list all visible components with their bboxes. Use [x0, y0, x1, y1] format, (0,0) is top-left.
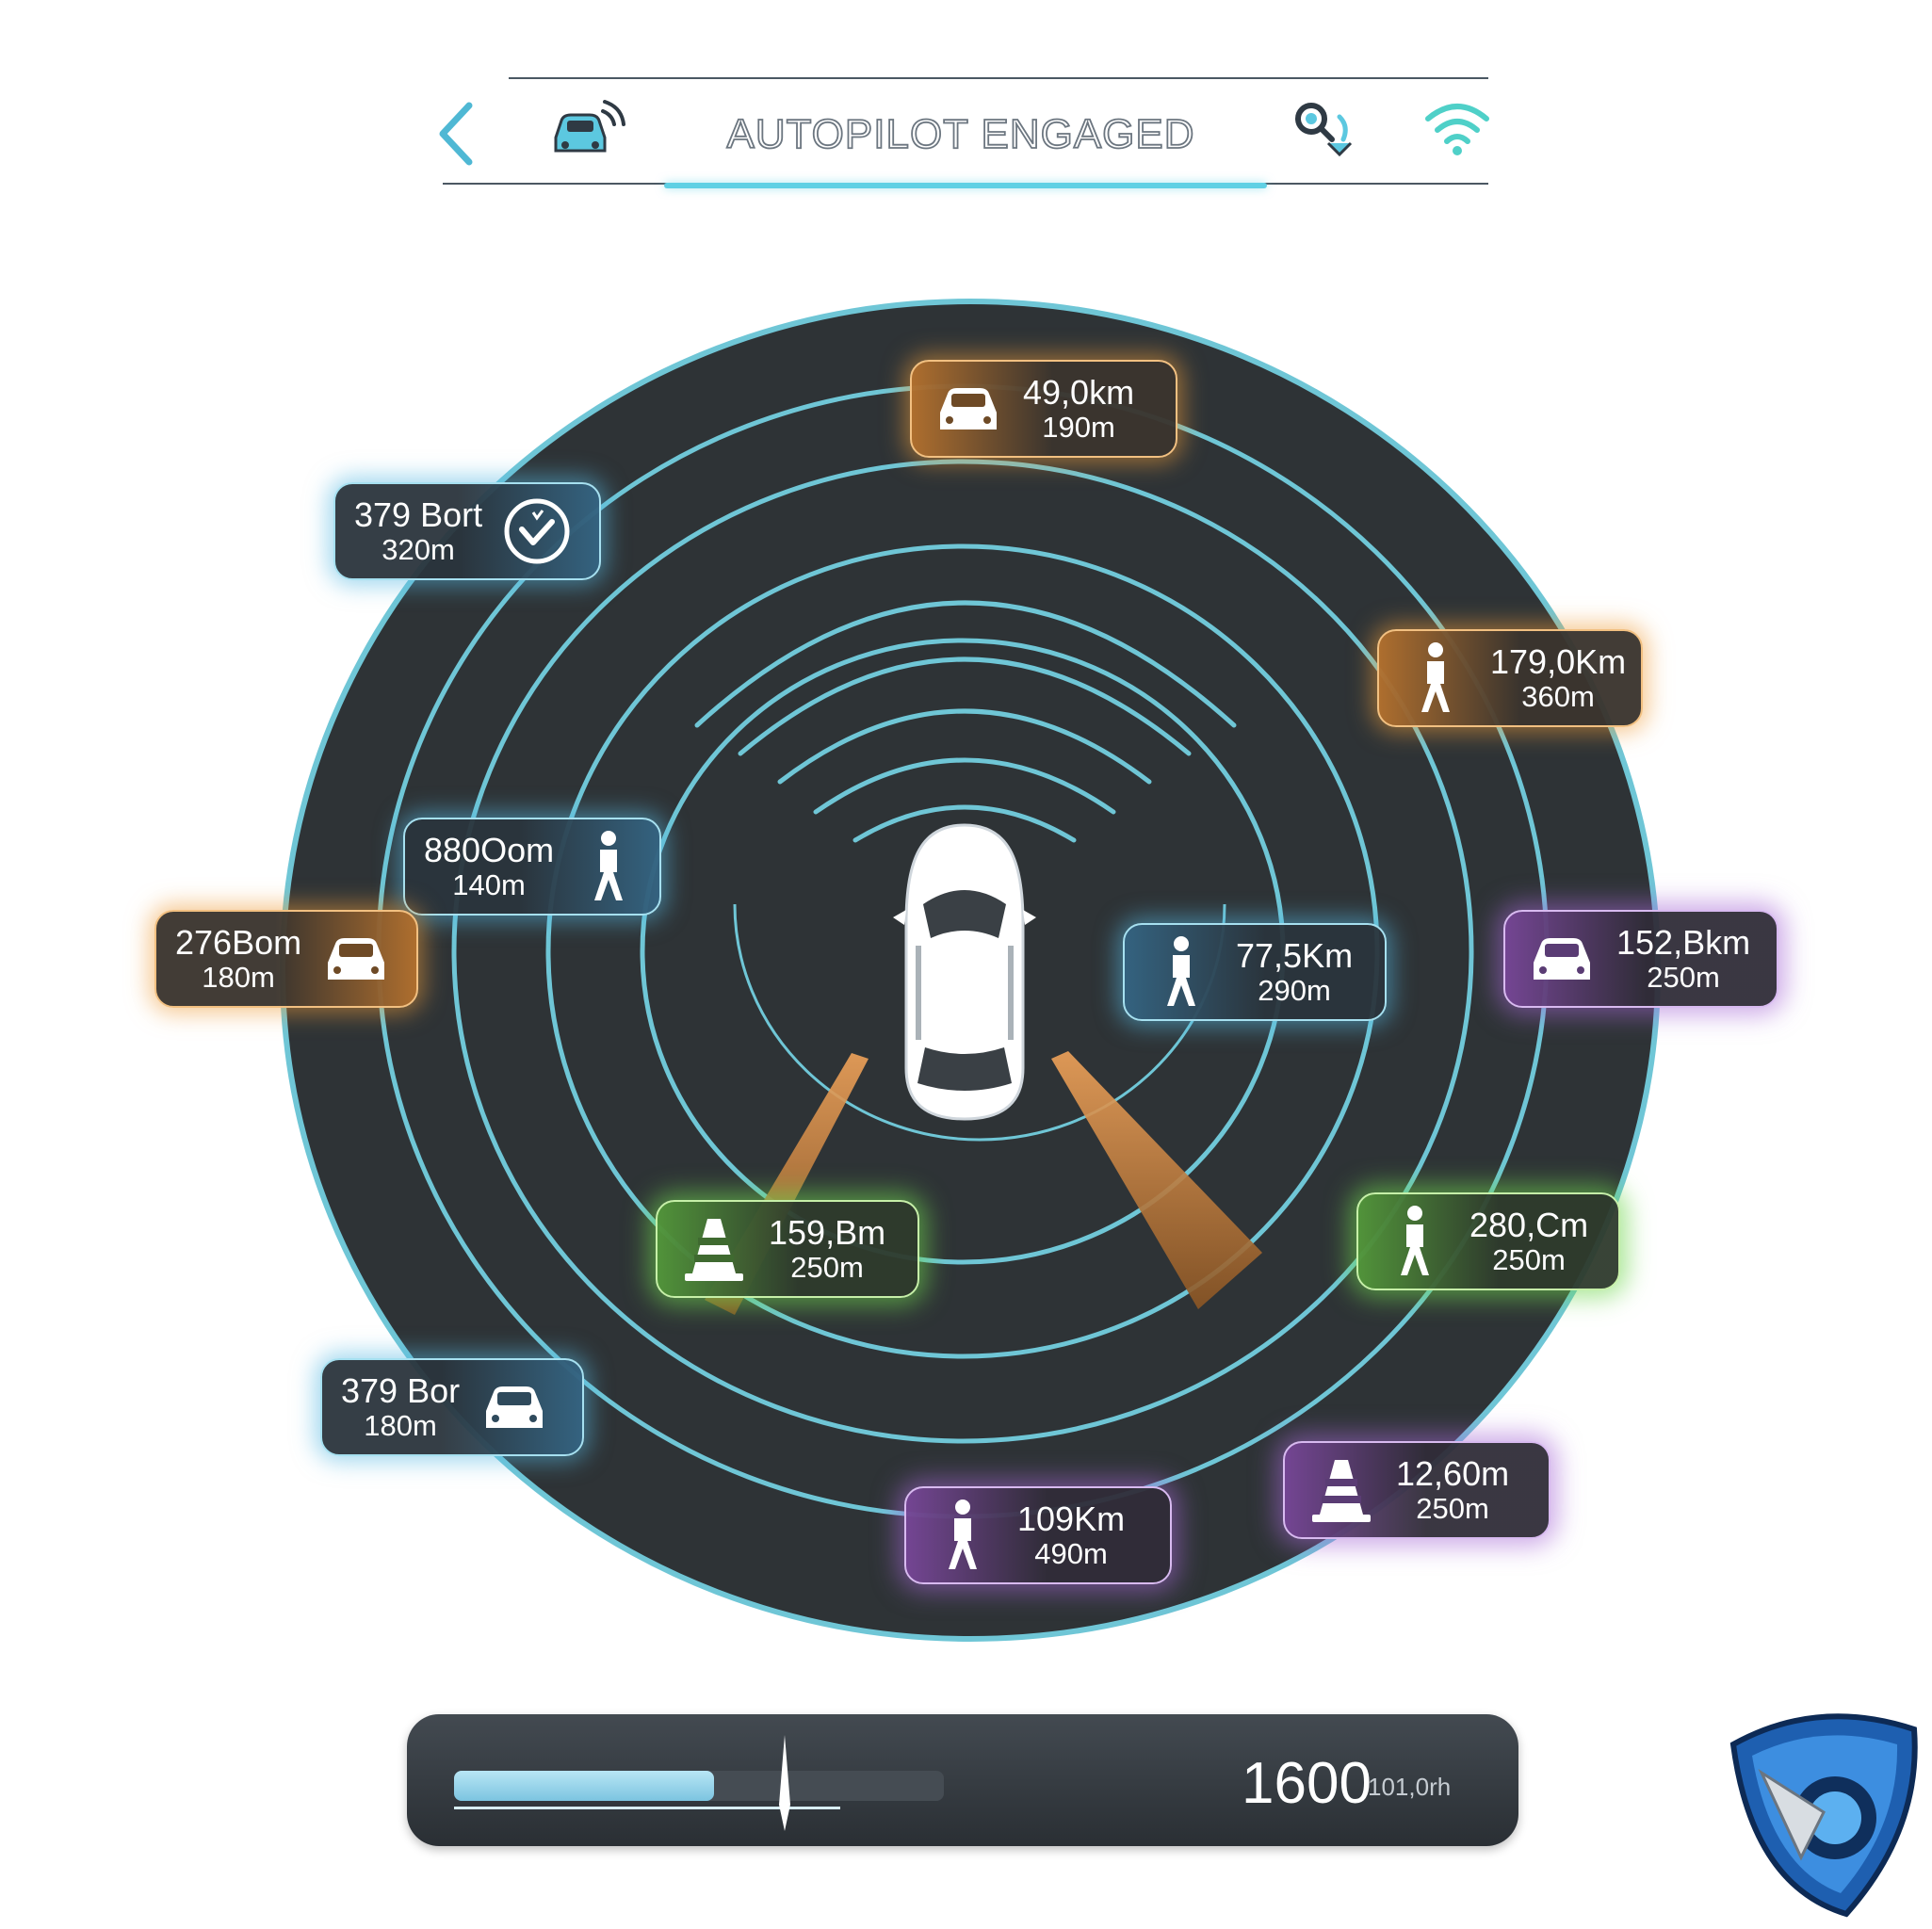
detection-range: 250m — [1416, 1491, 1489, 1525]
pedestrian-icon — [1377, 1204, 1453, 1279]
ego-vehicle — [893, 823, 1036, 1121]
car-signal-icon — [554, 100, 625, 153]
detection-tag-vehicle-east[interactable]: 152,Bkm 250m — [1503, 910, 1778, 1008]
detection-range: 190m — [1042, 410, 1115, 444]
detection-range: 140m — [452, 867, 526, 901]
detection-range: 180m — [202, 960, 275, 994]
detection-range: 360m — [1521, 679, 1595, 713]
detection-distance: 77,5Km — [1236, 936, 1354, 976]
detection-tag-status-nw[interactable]: 379 Bort 320m — [333, 482, 601, 580]
progress-track[interactable] — [454, 1771, 944, 1801]
detection-distance: 880Oom — [424, 831, 555, 870]
detection-range: 490m — [1034, 1536, 1108, 1570]
connectivity-button[interactable] — [1422, 98, 1492, 163]
detection-tag-pedestrian-se[interactable]: 280,Cm 250m — [1356, 1192, 1620, 1290]
autopilot-status-title: AUTOPILOT ENGAGED — [726, 110, 1195, 158]
status-bar: AUTOPILOT ENGAGED — [439, 77, 1489, 188]
sensor-button[interactable] — [1291, 98, 1366, 169]
detection-tag-pedestrian-ne[interactable]: 179,0Km 360m — [1377, 629, 1643, 727]
detection-tag-pedestrian-south[interactable]: 109Km 490m — [904, 1486, 1172, 1584]
check-badge-icon — [499, 494, 575, 569]
detection-tag-vehicle-west[interactable]: 276Bom 180m — [154, 910, 418, 1008]
back-button[interactable] — [428, 96, 484, 176]
detection-range: 290m — [1258, 973, 1331, 1007]
chevron-left-icon — [439, 102, 473, 166]
detection-tag-cone-rear-left[interactable]: 159,Bm 250m — [656, 1200, 919, 1298]
status-bar-accent — [664, 183, 1267, 188]
detection-distance: 179,0Km — [1490, 642, 1627, 682]
brand-logo — [1714, 1707, 1929, 1926]
traffic-cone-icon — [676, 1211, 752, 1287]
detection-tag-pedestrian-right-inner[interactable]: 77,5Km 290m — [1123, 923, 1387, 1021]
detection-range: 180m — [364, 1408, 437, 1442]
traffic-cone-icon — [1304, 1452, 1379, 1528]
detection-distance: 379 Bort — [354, 495, 483, 535]
detection-distance: 12,60m — [1396, 1454, 1510, 1494]
status-bar-top-rule — [509, 77, 1488, 79]
pedestrian-icon — [1144, 934, 1219, 1010]
detection-range: 250m — [1492, 1242, 1566, 1276]
detection-distance: 159,Bm — [769, 1213, 886, 1253]
detection-range: 250m — [790, 1250, 864, 1284]
car-icon — [931, 371, 1006, 446]
car-icon — [318, 921, 394, 997]
detection-range: 320m — [382, 532, 455, 566]
speed-unit: 101,0rh — [1368, 1773, 1452, 1801]
detection-tag-vehicle-north[interactable]: 49,0km 190m — [910, 360, 1177, 458]
pedestrian-icon — [925, 1498, 1000, 1573]
detection-distance: 49,0km — [1023, 373, 1135, 413]
sensor-search-icon — [1295, 103, 1353, 157]
detection-tag-pedestrian-left-inner[interactable]: 880Oom 140m — [403, 818, 661, 916]
car-icon — [1524, 921, 1599, 997]
speed-progress-panel: 1600 101,0rh — [407, 1714, 1518, 1846]
wifi-icon — [1425, 104, 1489, 155]
detection-distance: 379 Bor — [341, 1371, 461, 1411]
pedestrian-icon — [1398, 640, 1473, 716]
progress-fill — [454, 1771, 714, 1801]
detection-range: 250m — [1647, 960, 1720, 994]
car-icon — [477, 1370, 552, 1445]
pedestrian-icon — [571, 829, 646, 904]
vehicle-status-button[interactable] — [546, 98, 625, 165]
detection-distance: 276Bom — [175, 923, 302, 963]
speed-readout: 1600 — [1242, 1751, 1372, 1816]
detection-distance: 109Km — [1017, 1499, 1126, 1539]
detection-distance: 280,Cm — [1469, 1206, 1589, 1245]
detection-distance: 152,Bkm — [1616, 923, 1751, 963]
shield-logo-icon — [1729, 1713, 1918, 1918]
detection-tag-cone-south-east[interactable]: 12,60m 250m — [1283, 1441, 1550, 1539]
detection-tag-vehicle-sw[interactable]: 379 Bor 180m — [320, 1358, 584, 1456]
needle-marker-icon — [779, 1735, 790, 1831]
